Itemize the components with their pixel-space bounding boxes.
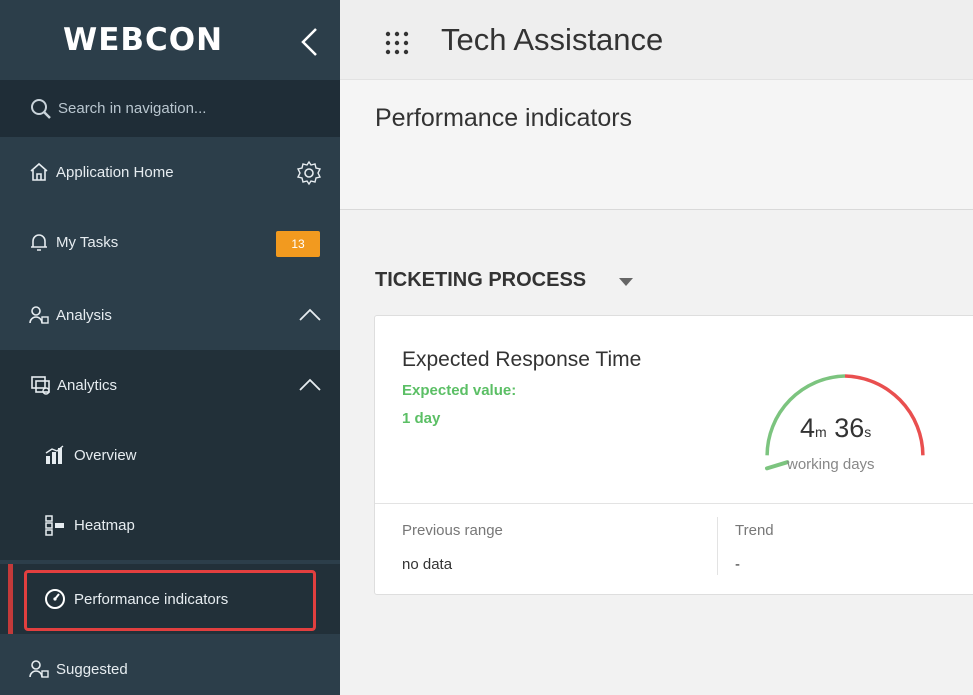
sidebar-item-label: Overview (74, 446, 137, 464)
trend-label: Trend (735, 522, 774, 539)
app-top-bar: Tech Assistance (340, 0, 973, 80)
section-title[interactable]: TICKETING PROCESS (375, 269, 586, 292)
collapse-sidebar-icon[interactable] (296, 26, 324, 58)
kpi-value: 4m 36s (800, 413, 871, 444)
sidebar-item-label: Analysis (56, 306, 112, 324)
seconds-unit: s (864, 424, 872, 440)
sidebar-item-suggested[interactable]: Suggested (0, 634, 340, 695)
app-launcher-icon[interactable] (384, 30, 410, 56)
chevron-up-icon[interactable] (298, 378, 322, 392)
card-column-separator (717, 517, 718, 575)
overview-chart-icon (45, 445, 64, 464)
expected-value-label: Expected value: (402, 382, 517, 399)
expected-value: 1 day (402, 410, 441, 427)
app-title: Tech Assistance (441, 22, 664, 57)
main-content: TICKETING PROCESS Expected Response Time… (340, 211, 973, 695)
sidebar-item-analytics[interactable]: Analytics (0, 350, 340, 420)
gauge-value-indicator (764, 460, 790, 471)
chevron-up-icon[interactable] (298, 308, 322, 322)
suggested-user-icon (29, 660, 49, 678)
gear-icon[interactable] (296, 160, 322, 186)
search-icon (31, 98, 51, 119)
sidebar-item-label: Heatmap (74, 516, 135, 534)
kpi-name: Expected Response Time (402, 348, 642, 371)
sidebar: WEBCON Search in navigation... Applicati… (0, 0, 340, 695)
bell-icon (31, 234, 47, 251)
kpi-value-minutes: 4 (800, 413, 816, 443)
sidebar-item-analysis[interactable]: Analysis (0, 280, 340, 350)
card-divider (375, 503, 973, 504)
sidebar-item-label: My Tasks (56, 233, 119, 251)
sidebar-item-label: Analytics (57, 376, 118, 394)
sidebar-item-heatmap[interactable]: Heatmap (0, 490, 340, 560)
page-title: Performance indicators (375, 104, 633, 132)
previous-range-value: no data (402, 556, 453, 573)
trend-value: - (735, 556, 740, 573)
caret-down-icon[interactable] (619, 278, 633, 288)
kpi-value-seconds: 36 (834, 413, 865, 443)
search-placeholder: Search in navigation... (58, 100, 207, 117)
minutes-unit: m (815, 424, 827, 440)
sidebar-item-label: Application Home (56, 163, 174, 181)
analysis-user-icon (29, 306, 49, 324)
sidebar-item-label: Suggested (56, 660, 128, 678)
brand-bar: WEBCON (0, 0, 340, 80)
analytics-icon (31, 376, 50, 395)
highlight-box (24, 570, 316, 631)
sidebar-item-overview[interactable]: Overview (0, 420, 340, 490)
home-icon (30, 162, 48, 181)
webcon-logo[interactable]: WEBCON (63, 22, 223, 58)
sidebar-item-application-home[interactable]: Application Home (0, 137, 340, 207)
navigation-search[interactable]: Search in navigation... (0, 80, 340, 137)
kpi-card[interactable]: Expected Response Time Expected value: 1… (374, 315, 973, 595)
heatmap-icon (45, 515, 64, 536)
previous-range-label: Previous range (402, 522, 503, 539)
active-item-marker (8, 564, 13, 634)
kpi-unit-label: working days (787, 456, 875, 473)
task-count-badge: 13 (276, 231, 320, 257)
page-header: Performance indicators (340, 80, 973, 210)
